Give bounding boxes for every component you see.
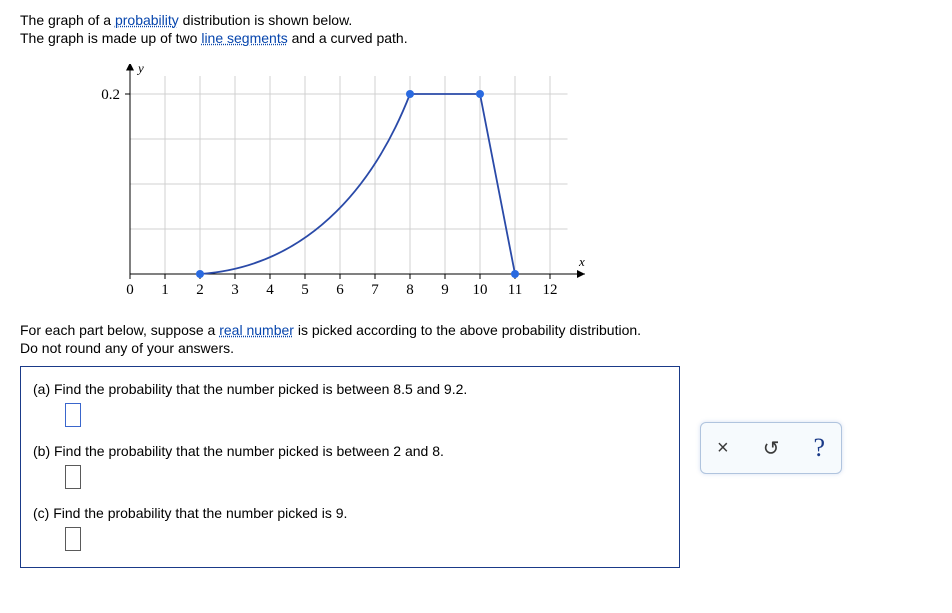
svg-text:8: 8 <box>406 282 414 298</box>
svg-text:11: 11 <box>508 282 522 298</box>
svg-text:x: x <box>578 254 585 269</box>
svg-text:1: 1 <box>161 282 169 298</box>
mid-text-2: Do not round any of your answers. <box>20 340 932 356</box>
svg-text:12: 12 <box>543 282 558 298</box>
link-probability[interactable]: probability <box>115 12 179 28</box>
svg-text:6: 6 <box>336 282 344 298</box>
svg-text:4: 4 <box>266 282 274 298</box>
reset-button[interactable]: ↺ <box>757 434 786 463</box>
help-icon: ? <box>813 433 825 462</box>
intro-text-1a: The graph of a <box>20 12 115 28</box>
reset-icon: ↺ <box>763 438 780 460</box>
probability-chart: 01234567891011120.2xy <box>80 64 932 304</box>
toolbar-panel: × ↺ ? <box>700 422 842 474</box>
svg-text:0: 0 <box>126 282 134 298</box>
question-b-text: (b) Find the probability that the number… <box>33 443 667 459</box>
svg-text:9: 9 <box>441 282 449 298</box>
intro-text-2b: and a curved path. <box>288 30 408 46</box>
help-button[interactable]: ? <box>807 431 831 465</box>
svg-text:5: 5 <box>301 282 309 298</box>
answer-input-b[interactable] <box>65 465 81 489</box>
mid-text-1b: is picked according to the above probabi… <box>294 322 641 338</box>
svg-text:y: y <box>136 64 144 76</box>
intro-line-2: The graph is made up of two line segment… <box>20 30 932 46</box>
question-a-text: (a) Find the probability that the number… <box>33 381 667 397</box>
close-icon: × <box>717 437 729 459</box>
svg-text:3: 3 <box>231 282 239 298</box>
svg-text:10: 10 <box>473 282 488 298</box>
link-real-number[interactable]: real number <box>219 322 294 338</box>
intro-text-1b: distribution is shown below. <box>179 12 353 28</box>
question-c-text: (c) Find the probability that the number… <box>33 505 667 521</box>
svg-text:2: 2 <box>196 282 204 298</box>
link-line-segments[interactable]: line segments <box>201 30 287 46</box>
svg-text:7: 7 <box>371 282 379 298</box>
svg-text:0.2: 0.2 <box>101 87 120 103</box>
intro-text-2a: The graph is made up of two <box>20 30 201 46</box>
instructions: For each part below, suppose a real numb… <box>20 322 932 356</box>
clear-button[interactable]: × <box>711 435 735 462</box>
intro-line-1: The graph of a probability distribution … <box>20 12 932 28</box>
answer-input-c[interactable] <box>65 527 81 551</box>
question-box: (a) Find the probability that the number… <box>20 366 680 568</box>
answer-input-a[interactable] <box>65 403 81 427</box>
mid-text-1a: For each part below, suppose a <box>20 322 219 338</box>
